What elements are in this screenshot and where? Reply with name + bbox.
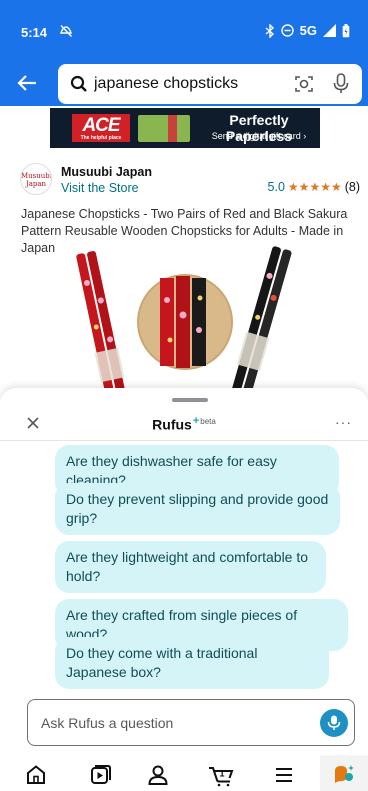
rating-count: (8) — [344, 180, 360, 194]
bottom-navigation: 1 — [0, 755, 368, 791]
rufus-nav-tab[interactable] — [320, 755, 368, 791]
ask-rufus-field[interactable] — [27, 699, 355, 746]
search-bar[interactable] — [58, 64, 362, 104]
visit-store-link[interactable]: Visit the Store — [61, 181, 139, 195]
beta-badge: beta — [200, 417, 216, 426]
search-row — [0, 60, 368, 106]
brand-name: Musuubi Japan — [61, 165, 152, 179]
drag-handle[interactable] — [172, 398, 208, 402]
bluetooth-icon — [265, 23, 275, 38]
divider — [0, 440, 368, 441]
suggestion-chip[interactable]: Are they lightweight and comfortable to … — [55, 541, 326, 593]
rufus-title: Rufus+beta — [152, 415, 216, 433]
back-arrow-icon[interactable] — [16, 72, 38, 94]
ace-logo: ACE The helpful place — [72, 114, 130, 142]
rating-summary[interactable]: 5.0 ★★★★★ (8) — [268, 180, 360, 194]
video-icon[interactable] — [88, 763, 112, 787]
star-rating-icon: ★★★★★ — [287, 180, 342, 194]
cart-icon[interactable]: 1 — [208, 763, 236, 787]
search-input[interactable] — [94, 72, 284, 96]
ad-subtitle: Send a digital gift card › — [211, 131, 307, 141]
sponsored-ad-banner[interactable]: ACE The helpful place Perfectly Paperles… — [50, 108, 320, 148]
microphone-icon[interactable] — [332, 73, 350, 100]
suggestion-chip[interactable]: Do they come with a traditional Japanese… — [55, 637, 329, 689]
rufus-icon — [332, 763, 356, 790]
product-image[interactable] — [60, 240, 310, 401]
battery-icon — [342, 23, 350, 38]
account-icon[interactable] — [146, 763, 170, 787]
brand-logo[interactable]: Musuubi Japan — [20, 163, 52, 195]
camera-scan-icon[interactable] — [294, 74, 314, 99]
ask-rufus-input[interactable] — [41, 713, 291, 733]
gift-card-image — [138, 115, 190, 142]
rufus-plus-mark: + — [192, 415, 200, 427]
network-type: 5G — [299, 23, 317, 38]
minus-circle-icon — [280, 24, 294, 37]
suggestion-chip[interactable]: Do they prevent slipping and provide goo… — [55, 483, 340, 535]
more-options-icon[interactable]: ··· — [335, 414, 352, 430]
do-not-disturb-icon — [59, 24, 73, 38]
rating-value: 5.0 — [267, 180, 285, 194]
rufus-microphone-icon[interactable] — [320, 709, 348, 737]
search-icon — [70, 75, 88, 98]
cart-count: 1 — [219, 769, 224, 779]
status-time: 5:14 — [21, 25, 48, 40]
signal-icon — [323, 24, 336, 37]
menu-icon[interactable] — [272, 763, 296, 787]
home-icon[interactable] — [24, 763, 48, 787]
status-bar: 5:14 5G — [0, 0, 368, 44]
